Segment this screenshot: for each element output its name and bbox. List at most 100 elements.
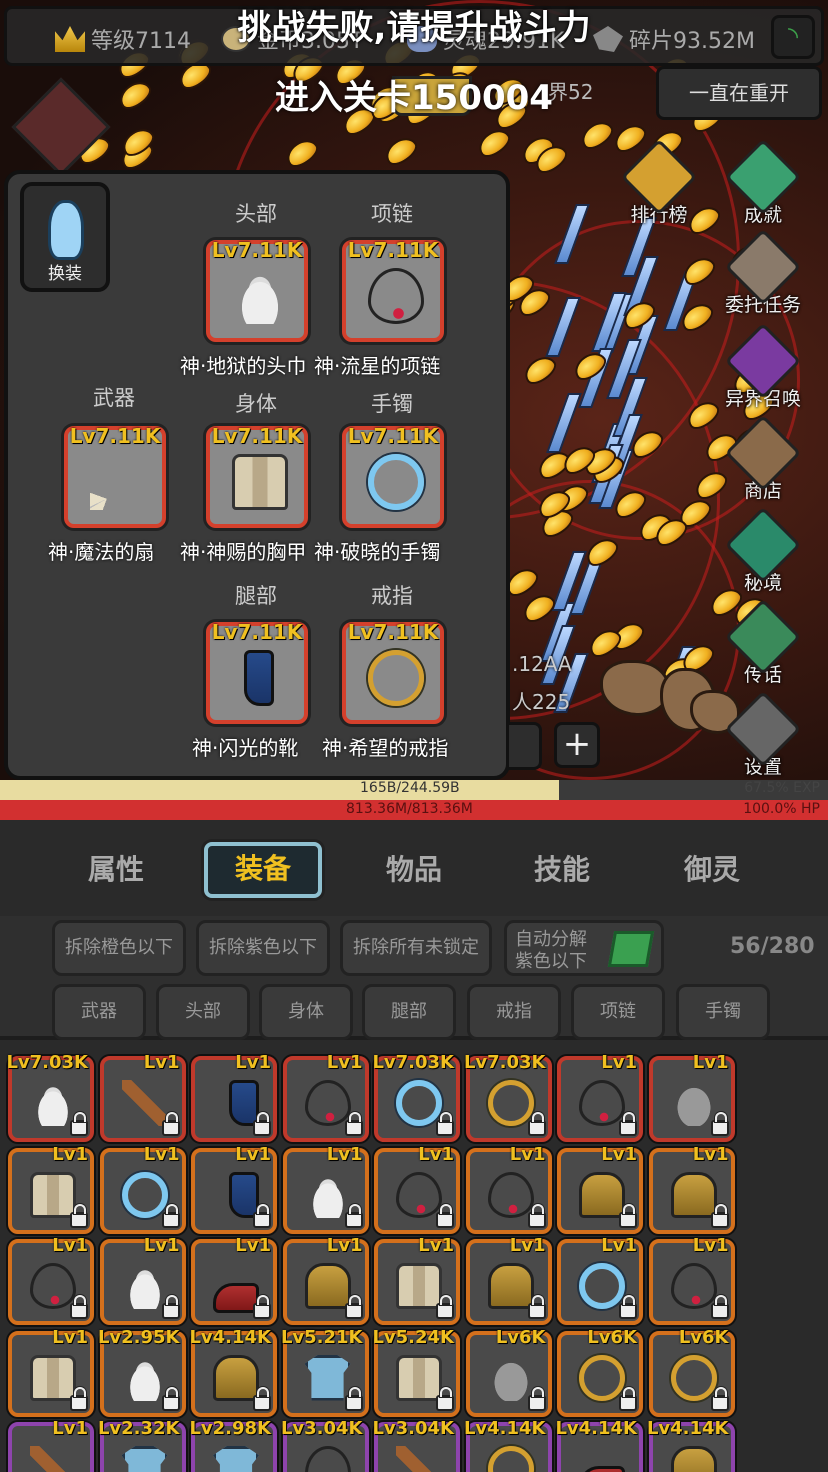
- remove-unlocked-button[interactable]: 拆除所有未锁定: [340, 920, 492, 976]
- lock-icon[interactable]: [70, 1203, 88, 1228]
- equip-slot-weapon[interactable]: Lv7.11K: [64, 424, 166, 528]
- inventory-item[interactable]: Lv1: [465, 1144, 552, 1234]
- lock-icon[interactable]: [619, 1386, 637, 1411]
- filter-3[interactable]: 腿部: [362, 984, 456, 1040]
- add-button[interactable]: +: [554, 722, 600, 768]
- inventory-item[interactable]: Lv1: [648, 1144, 735, 1234]
- lock-icon[interactable]: [253, 1112, 271, 1136]
- inventory-item[interactable]: Lv2.98K: [189, 1418, 277, 1472]
- lock-icon[interactable]: [161, 1386, 180, 1411]
- inventory-item[interactable]: Lv6K: [557, 1327, 643, 1417]
- menu-1[interactable]: 成就: [718, 138, 808, 227]
- inventory-item[interactable]: Lv1: [191, 1052, 277, 1142]
- equip-slot-bracelet[interactable]: Lv7.11K: [342, 424, 444, 528]
- change-outfit-button[interactable]: 换装: [20, 182, 110, 292]
- lock-icon[interactable]: [710, 1203, 729, 1228]
- auto-decompose-toggle[interactable]: 自动分解 紫色以下: [504, 920, 664, 976]
- inventory-item[interactable]: Lv1: [374, 1144, 460, 1234]
- inventory-item[interactable]: Lv4.14K: [647, 1418, 735, 1472]
- lock-icon[interactable]: [436, 1203, 454, 1228]
- menu-3[interactable]: 异界召唤: [718, 322, 808, 411]
- equip-slot-ring[interactable]: Lv7.11K: [342, 620, 444, 724]
- lock-icon[interactable]: [70, 1112, 88, 1136]
- inventory-item[interactable]: Lv7.03K: [372, 1052, 460, 1142]
- filter-4[interactable]: 戒指: [467, 984, 561, 1040]
- lock-icon[interactable]: [344, 1112, 363, 1136]
- lock-icon[interactable]: [619, 1203, 637, 1228]
- inventory-item[interactable]: Lv3.04K: [281, 1418, 369, 1472]
- menu-7[interactable]: 设置: [718, 690, 808, 779]
- inventory-item[interactable]: Lv4.14K: [189, 1327, 277, 1417]
- inventory-item[interactable]: Lv1: [8, 1144, 94, 1234]
- inventory-item[interactable]: Lv7.03K: [6, 1052, 94, 1142]
- inventory-item[interactable]: Lv6K: [648, 1327, 735, 1417]
- inventory-item[interactable]: Lv7.03K: [464, 1052, 552, 1142]
- lock-icon[interactable]: [70, 1386, 88, 1411]
- inventory-item[interactable]: Lv1: [465, 1235, 552, 1325]
- lock-icon[interactable]: [70, 1295, 88, 1319]
- lock-icon[interactable]: [344, 1203, 363, 1228]
- lock-icon[interactable]: [710, 1295, 729, 1319]
- inventory-item[interactable]: Lv1: [191, 1144, 277, 1234]
- inventory-item[interactable]: Lv1: [8, 1235, 94, 1325]
- inventory-item[interactable]: Lv6K: [465, 1327, 552, 1417]
- lock-icon[interactable]: [527, 1203, 546, 1228]
- lock-icon[interactable]: [161, 1295, 180, 1319]
- equip-slot-head[interactable]: Lv7.11K: [206, 238, 308, 342]
- inventory-item[interactable]: Lv1: [374, 1235, 460, 1325]
- menu-4[interactable]: 商店: [718, 414, 808, 503]
- lock-icon[interactable]: [253, 1386, 271, 1411]
- lock-icon[interactable]: [710, 1112, 729, 1136]
- equip-slot-neck[interactable]: Lv7.11K: [342, 238, 444, 342]
- menu-2[interactable]: 委托任务: [718, 228, 808, 317]
- lock-icon[interactable]: [344, 1295, 363, 1319]
- inventory-item[interactable]: Lv1: [99, 1052, 186, 1142]
- lock-icon[interactable]: [253, 1203, 271, 1228]
- menu-0[interactable]: 排行榜: [614, 138, 704, 227]
- tab-attributes[interactable]: 属性: [56, 848, 176, 888]
- lock-icon[interactable]: [710, 1386, 729, 1411]
- inventory-item[interactable]: Lv1: [8, 1327, 94, 1417]
- inventory-item[interactable]: Lv5.24K: [372, 1327, 460, 1417]
- menu-6[interactable]: 传话: [718, 598, 808, 687]
- inventory-item[interactable]: Lv1: [282, 1144, 369, 1234]
- filter-0[interactable]: 武器: [52, 984, 146, 1040]
- tab-spirits[interactable]: 御灵: [652, 848, 772, 888]
- inventory-item[interactable]: Lv4.14K: [555, 1418, 643, 1472]
- lock-icon[interactable]: [161, 1112, 180, 1136]
- inventory-item[interactable]: Lv5.21K: [281, 1327, 369, 1417]
- restart-button[interactable]: 一直在重开: [656, 66, 822, 120]
- lock-icon[interactable]: [527, 1295, 546, 1319]
- inventory-item[interactable]: Lv1: [191, 1235, 277, 1325]
- lock-icon[interactable]: [436, 1295, 454, 1319]
- equip-slot-body[interactable]: Lv7.11K: [206, 424, 308, 528]
- menu-5[interactable]: 秘境: [718, 506, 808, 595]
- tab-items[interactable]: 物品: [354, 848, 474, 888]
- lock-icon[interactable]: [527, 1386, 546, 1411]
- remove-below-orange-button[interactable]: 拆除橙色以下: [52, 920, 186, 976]
- lock-icon[interactable]: [527, 1112, 546, 1136]
- inventory-item[interactable]: Lv3.04K: [372, 1418, 460, 1472]
- lock-icon[interactable]: [253, 1295, 271, 1319]
- inventory-item[interactable]: Lv1: [282, 1235, 369, 1325]
- lock-icon[interactable]: [161, 1203, 180, 1228]
- lock-icon[interactable]: [344, 1386, 363, 1411]
- lock-icon[interactable]: [436, 1386, 454, 1411]
- inventory-item[interactable]: Lv1: [99, 1235, 186, 1325]
- filter-2[interactable]: 身体: [259, 984, 353, 1040]
- inventory-item[interactable]: Lv1: [99, 1144, 186, 1234]
- tab-equipment[interactable]: 装备: [204, 842, 322, 898]
- inventory-item[interactable]: Lv2.32K: [98, 1418, 186, 1472]
- filter-5[interactable]: 项链: [571, 984, 665, 1040]
- tab-skills[interactable]: 技能: [502, 848, 622, 888]
- inventory-item[interactable]: Lv1: [557, 1052, 643, 1142]
- equip-slot-legs[interactable]: Lv7.11K: [206, 620, 308, 724]
- inventory-item[interactable]: Lv1: [557, 1235, 643, 1325]
- filter-6[interactable]: 手镯: [676, 984, 770, 1040]
- inventory-item[interactable]: Lv1: [282, 1052, 369, 1142]
- inventory-item[interactable]: Lv1: [8, 1418, 94, 1472]
- inventory-item[interactable]: Lv4.14K: [464, 1418, 552, 1472]
- inventory-item[interactable]: Lv2.95K: [98, 1327, 186, 1417]
- inventory-item[interactable]: Lv1: [648, 1235, 735, 1325]
- lock-icon[interactable]: [436, 1112, 454, 1136]
